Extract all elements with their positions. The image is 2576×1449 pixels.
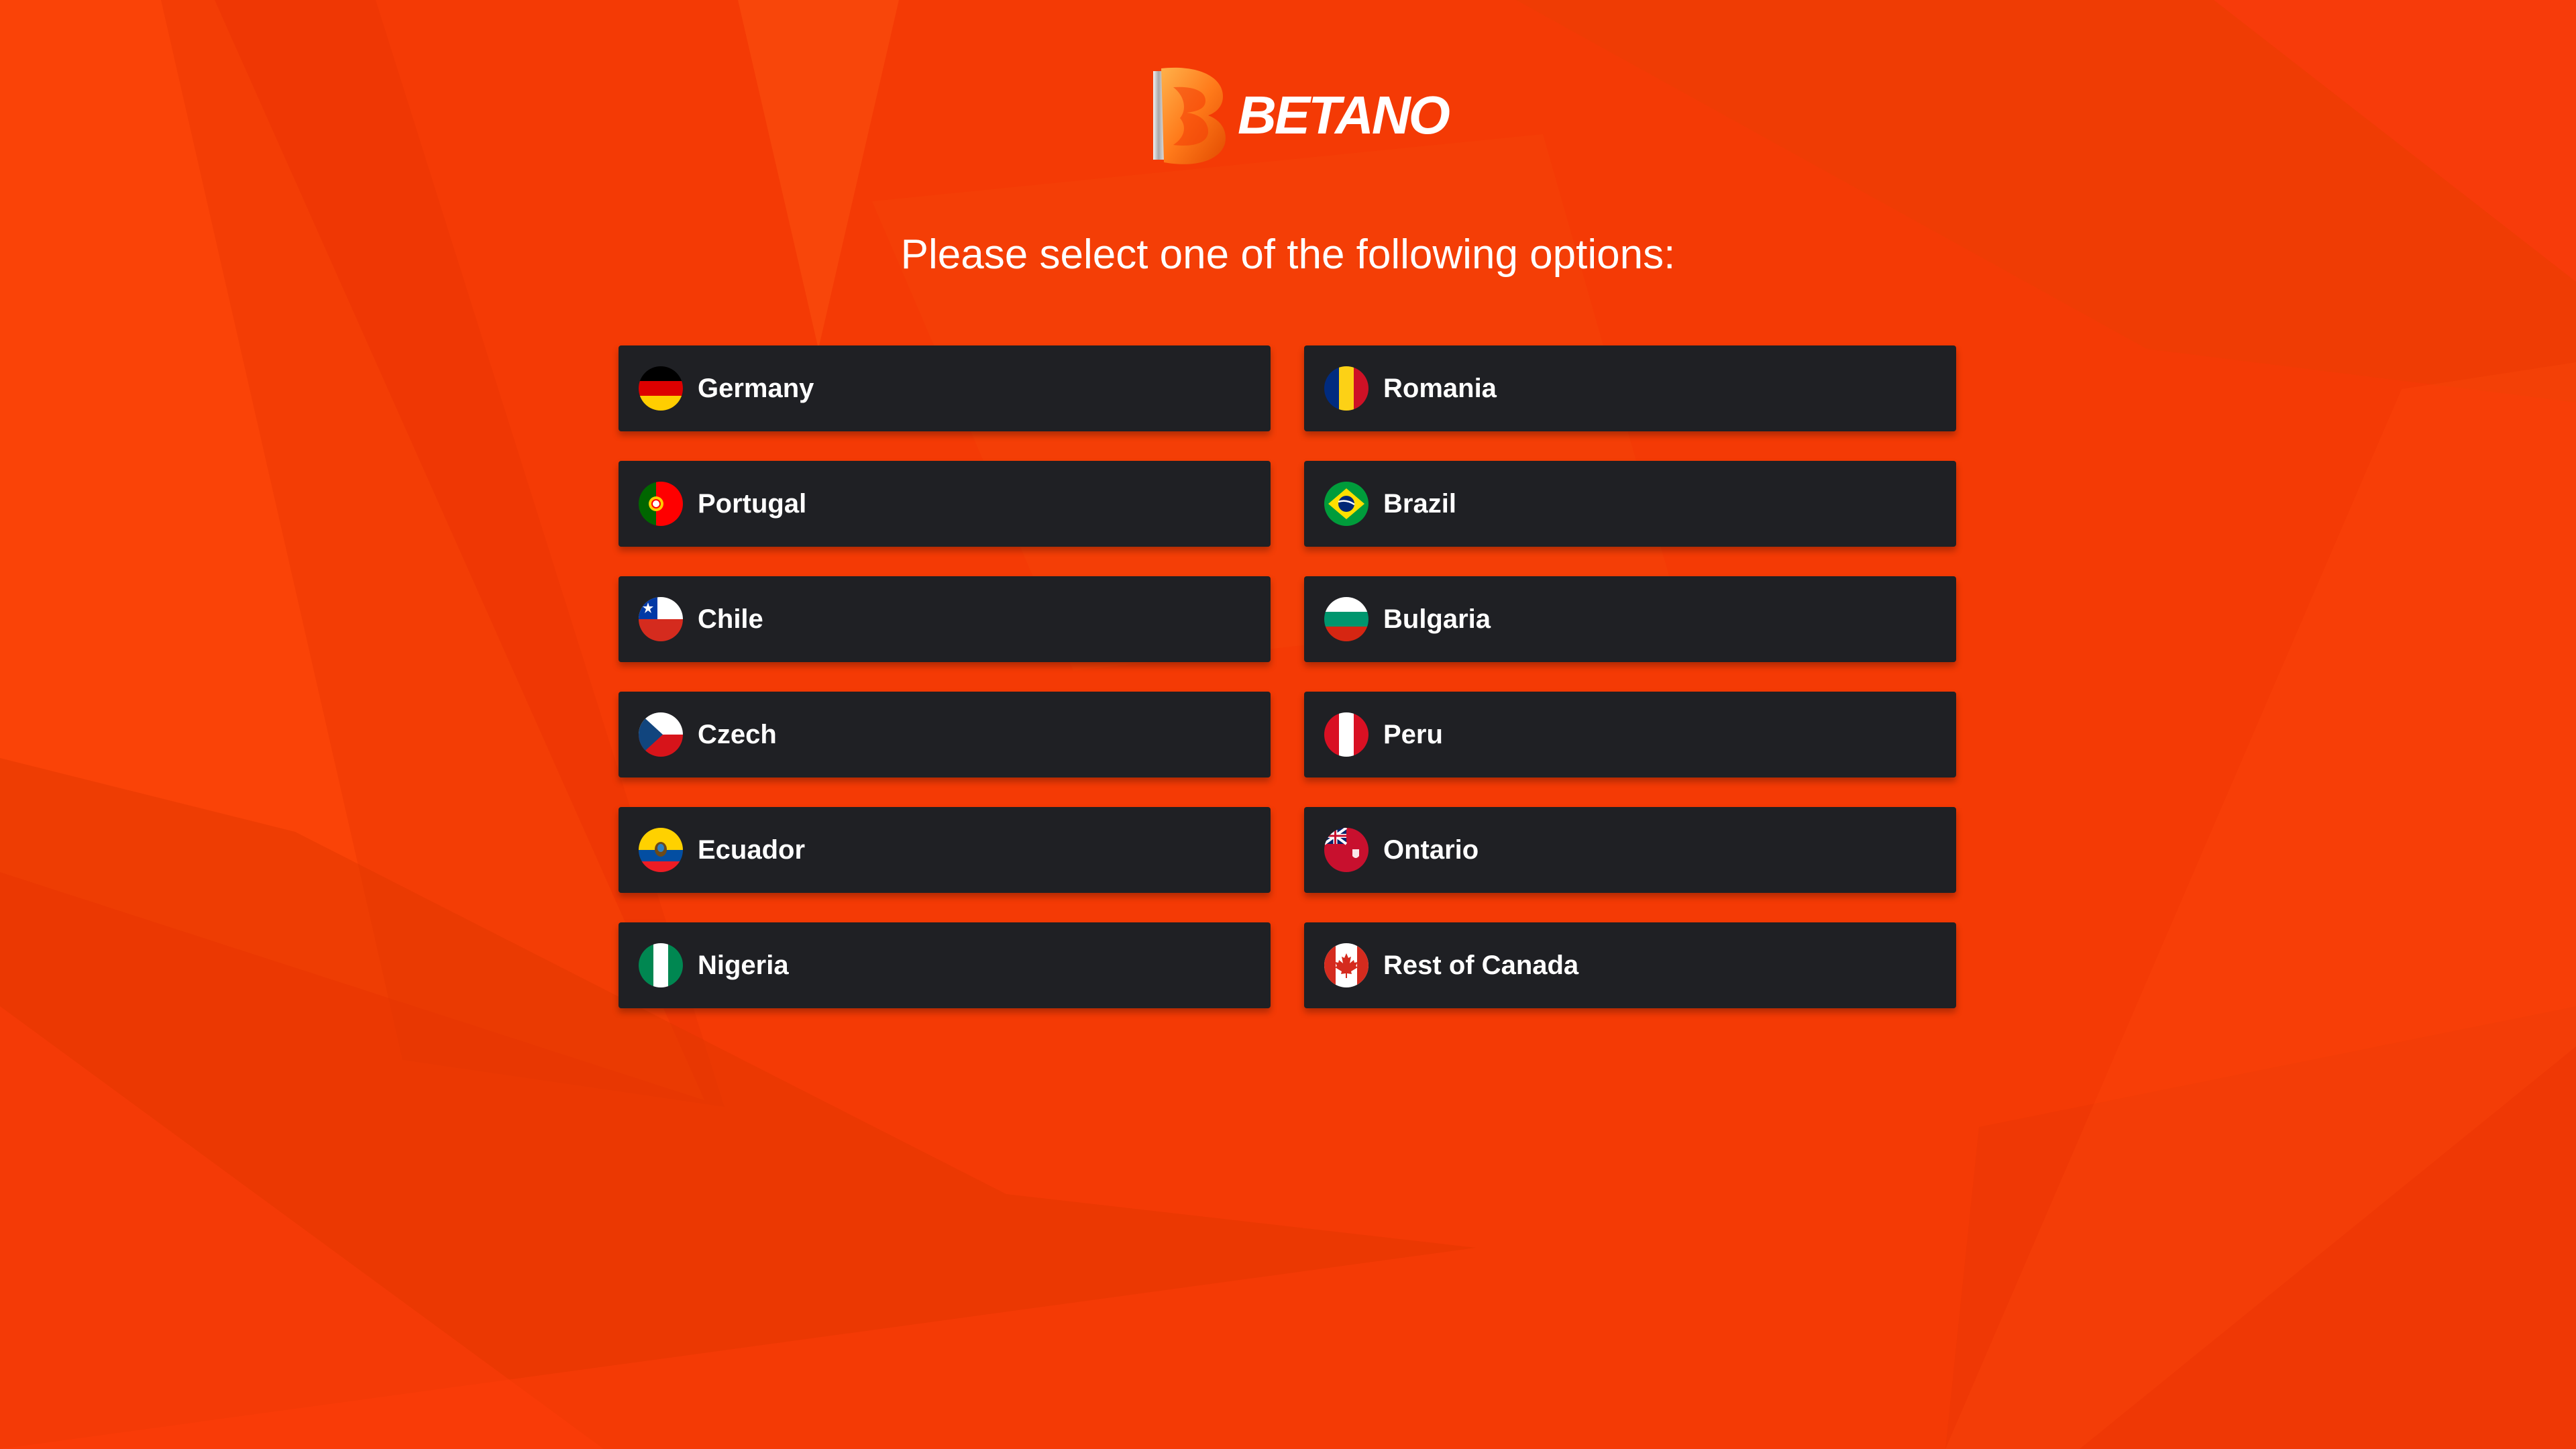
option-label: Romania — [1383, 373, 1497, 403]
option-label: Ontario — [1383, 835, 1479, 865]
country-options-grid: Germany Romania Portugal Brazil Chile Bu… — [619, 345, 1956, 1008]
option-label: Ecuador — [698, 835, 806, 865]
option-label: Nigeria — [698, 950, 789, 980]
bulgaria-flag-icon — [1324, 597, 1368, 641]
option-label: Brazil — [1383, 488, 1456, 519]
portugal-flag-icon — [639, 482, 683, 526]
selection-prompt: Please select one of the following optio… — [900, 231, 1676, 278]
brazil-flag-icon — [1324, 482, 1368, 526]
option-label: Bulgaria — [1383, 604, 1491, 634]
peru-flag-icon — [1324, 712, 1368, 757]
option-bulgaria[interactable]: Bulgaria — [1304, 576, 1956, 662]
option-germany[interactable]: Germany — [619, 345, 1271, 431]
ecuador-flag-icon — [639, 828, 683, 872]
option-ontario[interactable]: Ontario — [1304, 807, 1956, 893]
option-czech[interactable]: Czech — [619, 692, 1271, 777]
option-chile[interactable]: Chile — [619, 576, 1271, 662]
option-label: Chile — [698, 604, 763, 634]
option-romania[interactable]: Romania — [1304, 345, 1956, 431]
option-brazil[interactable]: Brazil — [1304, 461, 1956, 547]
czech-flag-icon — [639, 712, 683, 757]
country-selection-page: BETANO Please select one of the followin… — [0, 0, 2576, 1449]
betano-logo-icon — [1153, 67, 1226, 164]
option-label: Portugal — [698, 488, 807, 519]
canada-flag-icon — [1324, 943, 1368, 987]
option-label: Peru — [1383, 719, 1443, 749]
chile-flag-icon — [639, 597, 683, 641]
option-label: Czech — [698, 719, 777, 749]
germany-flag-icon — [639, 366, 683, 411]
romania-flag-icon — [1324, 366, 1368, 411]
option-rest-of-canada[interactable]: Rest of Canada — [1304, 922, 1956, 1008]
nigeria-flag-icon — [639, 943, 683, 987]
option-nigeria[interactable]: Nigeria — [619, 922, 1271, 1008]
option-label: Rest of Canada — [1383, 950, 1579, 980]
betano-logo[interactable]: BETANO — [1144, 64, 1450, 166]
brand-name: BETANO — [1238, 85, 1450, 145]
option-portugal[interactable]: Portugal — [619, 461, 1271, 547]
option-peru[interactable]: Peru — [1304, 692, 1956, 777]
option-ecuador[interactable]: Ecuador — [619, 807, 1271, 893]
ontario-flag-icon — [1324, 828, 1368, 872]
option-label: Germany — [698, 373, 814, 403]
